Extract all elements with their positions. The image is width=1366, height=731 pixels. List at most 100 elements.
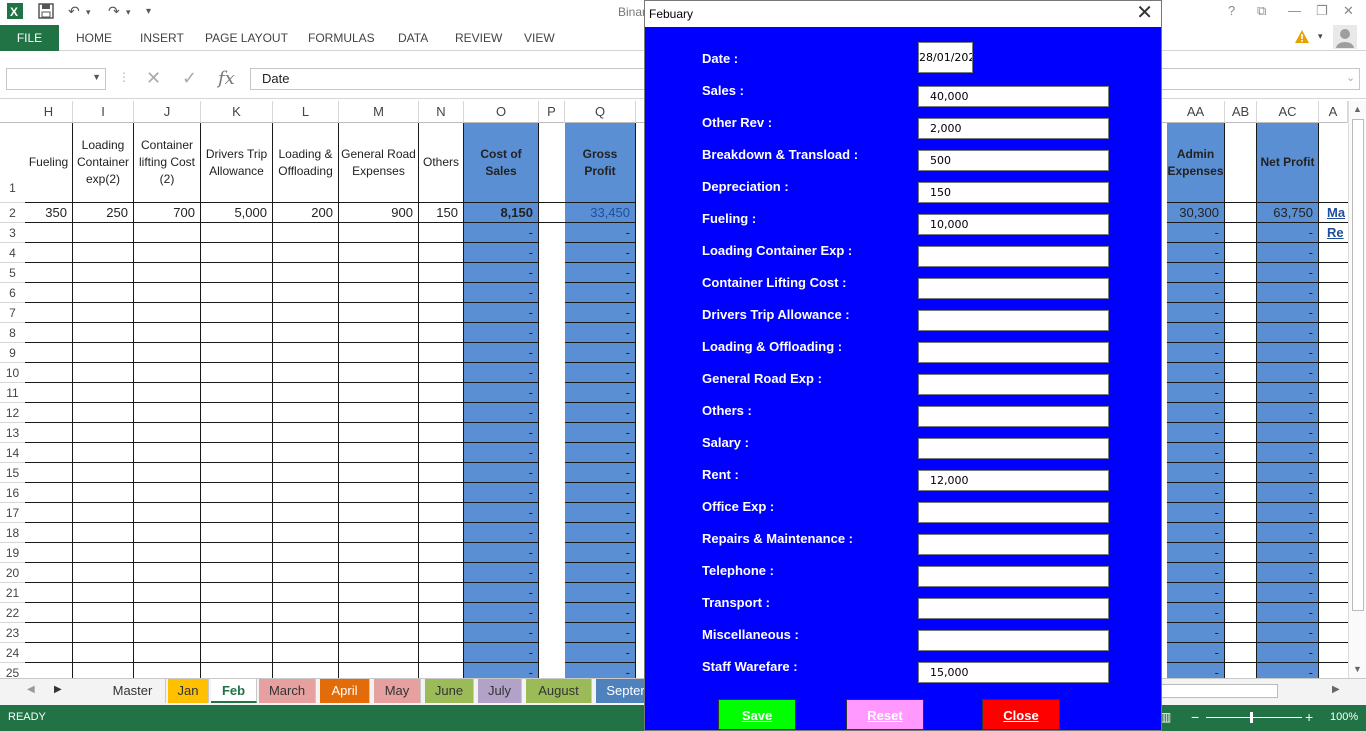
column-header-j[interactable]: J <box>134 101 201 123</box>
grid-cell[interactable] <box>201 663 273 678</box>
grid-cell[interactable] <box>201 383 273 403</box>
grid-cell[interactable]: 150 <box>419 203 464 223</box>
grid-cell[interactable] <box>419 663 464 678</box>
header-cell[interactable]: Gross Profit <box>565 123 636 203</box>
undo-icon[interactable]: ↶ <box>68 3 80 20</box>
scroll-right-icon[interactable]: ▶ <box>1332 684 1340 695</box>
grid-cell[interactable]: - <box>1257 323 1319 343</box>
grid-cell[interactable]: - <box>464 463 539 483</box>
grid-cell[interactable] <box>25 403 73 423</box>
grid-cell[interactable]: - <box>1167 523 1225 543</box>
grid-cell[interactable] <box>1319 323 1348 343</box>
grid-cell[interactable] <box>339 483 419 503</box>
grid-cell[interactable] <box>73 523 134 543</box>
grid-cell[interactable] <box>73 283 134 303</box>
help-button[interactable]: ? <box>1228 3 1235 18</box>
redo-icon[interactable]: ↷ <box>108 3 120 20</box>
grid-cell[interactable]: - <box>1167 343 1225 363</box>
grid-cell[interactable] <box>339 643 419 663</box>
customize-toolbar-icon[interactable]: ▾ <box>146 6 151 17</box>
grid-cell[interactable] <box>419 223 464 243</box>
grid-cell[interactable]: - <box>1257 663 1319 678</box>
grid-cell[interactable] <box>273 263 339 283</box>
header-cell[interactable]: Loading & Offloading <box>273 123 339 203</box>
grid-cell[interactable] <box>1225 403 1257 423</box>
grid-cell[interactable] <box>539 603 565 623</box>
grid-cell[interactable] <box>273 503 339 523</box>
salary-input[interactable] <box>918 438 1109 459</box>
grid-cell[interactable]: - <box>464 243 539 263</box>
grid-cell[interactable] <box>419 523 464 543</box>
grid-cell[interactable]: - <box>1257 423 1319 443</box>
excel-icon[interactable]: X <box>6 2 24 23</box>
grid-cell[interactable] <box>339 503 419 523</box>
grid-cell[interactable] <box>1319 303 1348 323</box>
column-header-p[interactable]: P <box>539 101 565 123</box>
grid-cell[interactable]: - <box>464 583 539 603</box>
staff-warefare-input[interactable]: 15,000 <box>918 662 1109 683</box>
grid-cell[interactable]: - <box>565 503 636 523</box>
grid-cell[interactable] <box>273 543 339 563</box>
grid-cell[interactable] <box>1319 383 1348 403</box>
grid-cell[interactable] <box>539 503 565 523</box>
column-header-q[interactable]: Q <box>565 101 636 123</box>
grid-cell[interactable] <box>419 463 464 483</box>
grid-cell[interactable] <box>539 563 565 583</box>
grid-cell[interactable] <box>1319 663 1348 678</box>
grid-cell[interactable]: - <box>464 643 539 663</box>
grid-cell[interactable] <box>73 663 134 678</box>
grid-cell[interactable] <box>273 623 339 643</box>
grid-cell[interactable] <box>273 243 339 263</box>
column-header-aa-0[interactable]: AA <box>1167 101 1225 123</box>
scroll-down-icon[interactable]: ▼ <box>1353 664 1362 674</box>
grid-cell[interactable] <box>539 243 565 263</box>
grid-cell[interactable] <box>1225 363 1257 383</box>
grid-cell[interactable]: - <box>464 603 539 623</box>
grid-cell[interactable]: - <box>1167 223 1225 243</box>
grid-cell[interactable]: - <box>565 343 636 363</box>
grid-cell[interactable] <box>539 543 565 563</box>
grid-cell[interactable] <box>1225 203 1257 223</box>
grid-cell[interactable] <box>273 343 339 363</box>
grid-cell[interactable] <box>539 443 565 463</box>
general-road-exp-input[interactable] <box>918 374 1109 395</box>
grid-cell[interactable] <box>419 483 464 503</box>
save-icon[interactable] <box>38 3 54 22</box>
grid-cell[interactable] <box>419 543 464 563</box>
grid-cell[interactable]: - <box>464 223 539 243</box>
grid-cell[interactable]: - <box>1257 523 1319 543</box>
fueling-input[interactable]: 10,000 <box>918 214 1109 235</box>
grid-cell[interactable] <box>273 483 339 503</box>
grid-cell[interactable] <box>1319 483 1348 503</box>
grid-cell[interactable] <box>134 443 201 463</box>
grid-cell[interactable] <box>73 363 134 383</box>
grid-cell[interactable] <box>134 303 201 323</box>
grid-cell[interactable]: - <box>464 383 539 403</box>
grid-cell[interactable] <box>539 423 565 443</box>
macro-link[interactable]: Ma <box>1319 203 1348 223</box>
grid-cell[interactable]: - <box>1167 483 1225 503</box>
grid-cell[interactable] <box>273 363 339 383</box>
grid-cell[interactable] <box>73 223 134 243</box>
grid-cell[interactable] <box>339 443 419 463</box>
grid-cell[interactable] <box>273 523 339 543</box>
grid-cell[interactable] <box>1319 283 1348 303</box>
grid-cell[interactable] <box>134 503 201 523</box>
grid-cell[interactable] <box>201 403 273 423</box>
grid-cell[interactable] <box>339 283 419 303</box>
grid-cell[interactable]: 63,750 <box>1257 203 1319 223</box>
row-header[interactable]: 1 <box>0 123 25 203</box>
grid-cell[interactable] <box>201 503 273 523</box>
grid-cell[interactable]: - <box>1257 243 1319 263</box>
row-header[interactable]: 9 <box>0 343 25 363</box>
grid-cell[interactable] <box>134 623 201 643</box>
maximize-button[interactable]: ❐ <box>1316 3 1328 19</box>
grid-cell[interactable]: - <box>464 423 539 443</box>
row-header[interactable]: 16 <box>0 483 25 503</box>
grid-cell[interactable] <box>1225 263 1257 283</box>
grid-cell[interactable] <box>539 223 565 243</box>
grid-cell[interactable] <box>273 383 339 403</box>
grid-cell[interactable] <box>273 603 339 623</box>
grid-cell[interactable]: - <box>1167 363 1225 383</box>
sheet-tab-april[interactable]: April <box>320 679 370 703</box>
